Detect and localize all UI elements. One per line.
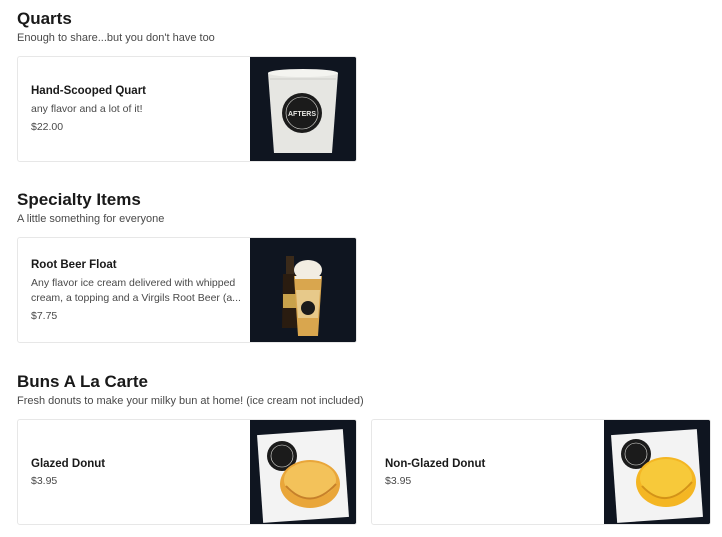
section-specialty-items: Specialty Items A little something for e… [17, 190, 164, 226]
menu-item-description: any flavor and a lot of it! [31, 103, 143, 115]
menu-item-info: Non-Glazed Donut $3.95 [385, 420, 600, 524]
menu-item-price: $3.95 [31, 474, 58, 487]
section-title: Quarts [17, 9, 72, 28]
menu-item-info: Glazed Donut $3.95 [31, 420, 246, 524]
section-subtitle: Fresh donuts to make your milky bun at h… [17, 395, 364, 407]
menu-item-name: Glazed Donut [31, 457, 106, 470]
menu-item-price: $22.00 [31, 121, 64, 133]
glazed-donut-image [250, 420, 356, 524]
menu-item-card[interactable]: Root Beer Float Any flavor ice cream del… [17, 237, 357, 343]
menu-item-name: Root Beer Float [31, 258, 117, 271]
root-beer-float-image [250, 238, 356, 342]
menu-item-info: Root Beer Float Any flavor ice cream del… [31, 238, 246, 342]
menu-item-name: Non-Glazed Donut [385, 457, 486, 470]
ice-cream-quart-image: AFTERS [250, 57, 356, 161]
menu-item-price: $3.95 [385, 474, 412, 487]
menu-item-price: $7.75 [31, 309, 58, 322]
brand-logo-text: AFTERS [288, 111, 316, 118]
section-buns-a-la-carte: Buns A La Carte Fresh donuts to make you… [17, 372, 364, 408]
section-subtitle: Enough to share...but you don't have too [17, 32, 215, 44]
section-subtitle: A little something for everyone [17, 213, 165, 225]
section-title: Specialty Items [17, 190, 141, 209]
section-quarts: Quarts Enough to share...but you don't h… [17, 9, 215, 45]
menu-item-card[interactable]: Hand-Scooped Quart any flavor and a lot … [17, 56, 357, 162]
menu-item-info: Hand-Scooped Quart any flavor and a lot … [31, 57, 246, 161]
menu-item-name: Hand-Scooped Quart [31, 85, 147, 97]
non-glazed-donut-image [604, 420, 710, 524]
menu-item-description: Any flavor ice cream delivered with whip… [31, 276, 241, 304]
menu-item-card[interactable]: Non-Glazed Donut $3.95 [371, 419, 711, 525]
menu-item-card[interactable]: Glazed Donut $3.95 [17, 419, 357, 525]
section-title: Buns A La Carte [17, 372, 148, 391]
